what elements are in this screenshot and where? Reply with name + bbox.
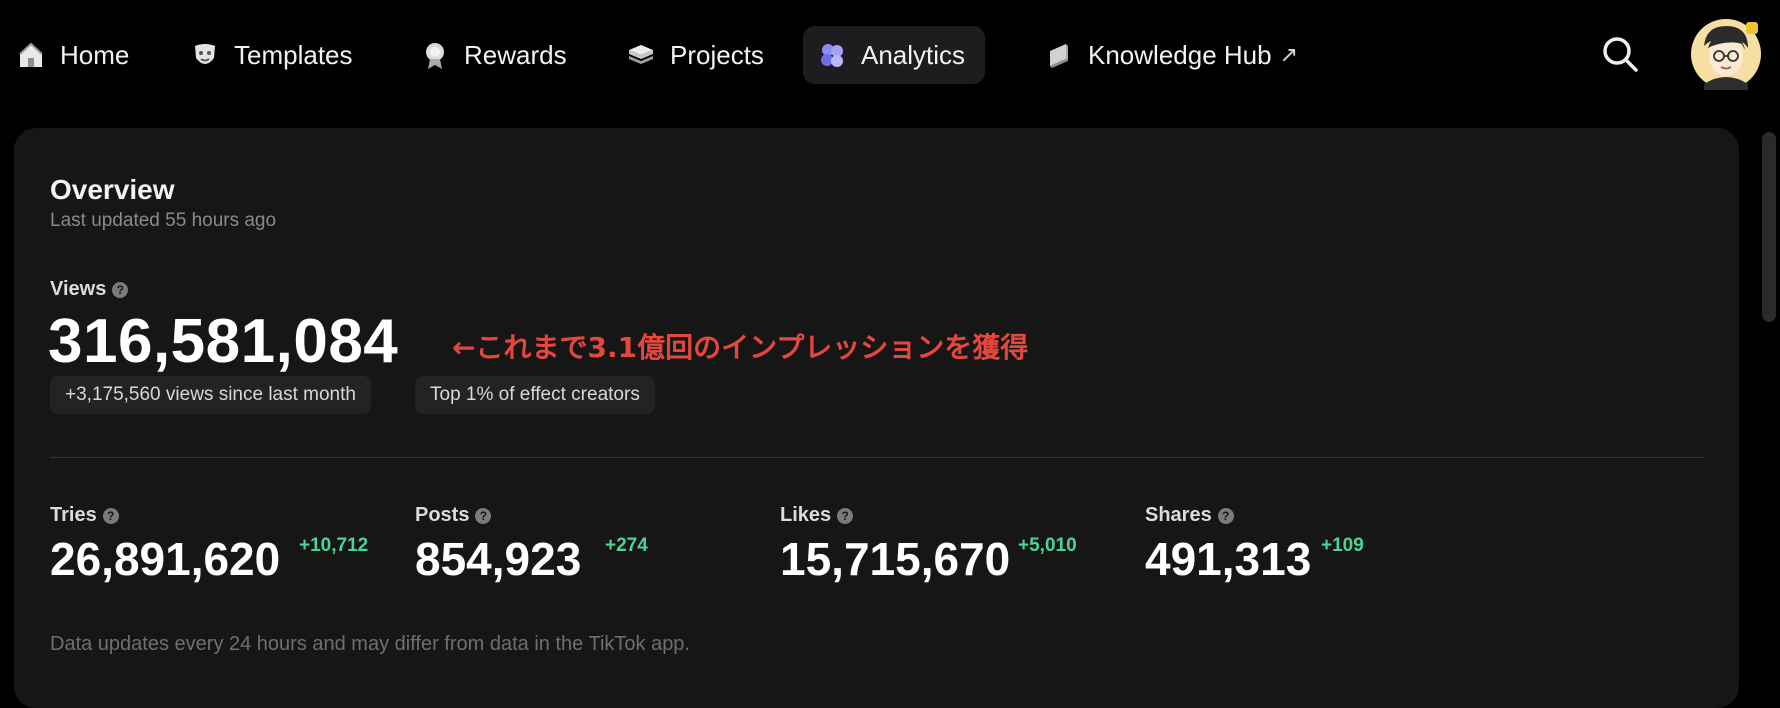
nav-label-rewards: Rewards <box>464 39 567 70</box>
likes-value: 15,715,670 <box>780 533 1011 585</box>
annotation-text: ←これまで3.1億回のインプレッションを獲得 <box>452 331 1029 364</box>
likes-delta: +5,010 <box>1018 535 1077 556</box>
nav-label-home: Home <box>60 39 130 70</box>
posts-help-icon[interactable]: ? <box>475 507 492 524</box>
tries-help-icon[interactable]: ? <box>102 507 119 524</box>
nav-label-templates: Templates <box>234 39 353 70</box>
projects-icon <box>626 40 656 70</box>
views-help-icon[interactable]: ? <box>112 281 129 298</box>
views-label: Views <box>50 278 107 300</box>
shares-label-row: Shares ? <box>1145 504 1234 527</box>
shares-delta: +109 <box>1321 535 1364 556</box>
shares-help-icon[interactable]: ? <box>1217 507 1234 524</box>
nav-item-home[interactable]: Home <box>2 26 147 84</box>
nav-item-rewards[interactable]: Rewards <box>406 26 585 84</box>
likes-label-row: Likes ? <box>780 504 854 527</box>
analytics-icon <box>817 40 847 70</box>
views-label-row: Views ? <box>50 278 129 301</box>
posts-value: 854,923 <box>415 533 582 585</box>
tries-delta: +10,712 <box>299 535 369 556</box>
search-button[interactable] <box>1598 32 1642 76</box>
posts-delta: +274 <box>605 535 648 556</box>
nav-label-knowledge-hub: Knowledge Hub <box>1088 39 1272 70</box>
posts-label-row: Posts ? <box>415 504 492 527</box>
nav-item-templates[interactable]: Templates <box>176 26 371 84</box>
shares-label: Shares <box>1145 504 1212 526</box>
avatar[interactable] <box>1690 18 1762 90</box>
nav-label-projects: Projects <box>670 39 764 70</box>
rewards-icon <box>420 40 450 70</box>
templates-icon <box>190 40 220 70</box>
tries-label: Tries <box>50 504 97 526</box>
last-updated-text: Last updated 55 hours ago <box>50 210 277 231</box>
shares-value: 491,313 <box>1145 533 1312 585</box>
tries-label-row: Tries ? <box>50 504 119 527</box>
top-nav: Home Templates Rewards Projects Analytic… <box>0 0 1780 108</box>
nav-item-knowledge-hub[interactable]: Knowledge Hub ↗ <box>1030 26 1316 84</box>
data-update-note: Data updates every 24 hours and may diff… <box>50 633 690 655</box>
overview-title: Overview <box>50 174 175 205</box>
divider <box>50 457 1704 458</box>
external-link-icon: ↗ <box>1279 42 1299 67</box>
tries-value: 26,891,620 <box>50 533 281 585</box>
knowledge-hub-icon <box>1044 40 1074 70</box>
views-value: 316,581,084 <box>48 307 399 376</box>
likes-help-icon[interactable]: ? <box>837 507 854 524</box>
likes-label: Likes <box>780 504 832 526</box>
search-icon <box>1603 37 1638 72</box>
views-growth-chip: +3,175,560 views since last month <box>50 376 371 414</box>
nav-item-analytics[interactable]: Analytics <box>803 26 986 84</box>
nav-label-analytics: Analytics <box>861 39 966 70</box>
home-icon <box>16 40 46 70</box>
top-creators-chip: Top 1% of effect creators <box>415 376 655 414</box>
nav-item-projects[interactable]: Projects <box>612 26 782 84</box>
posts-label: Posts <box>415 504 470 526</box>
scrollbar-thumb[interactable] <box>1762 132 1776 322</box>
